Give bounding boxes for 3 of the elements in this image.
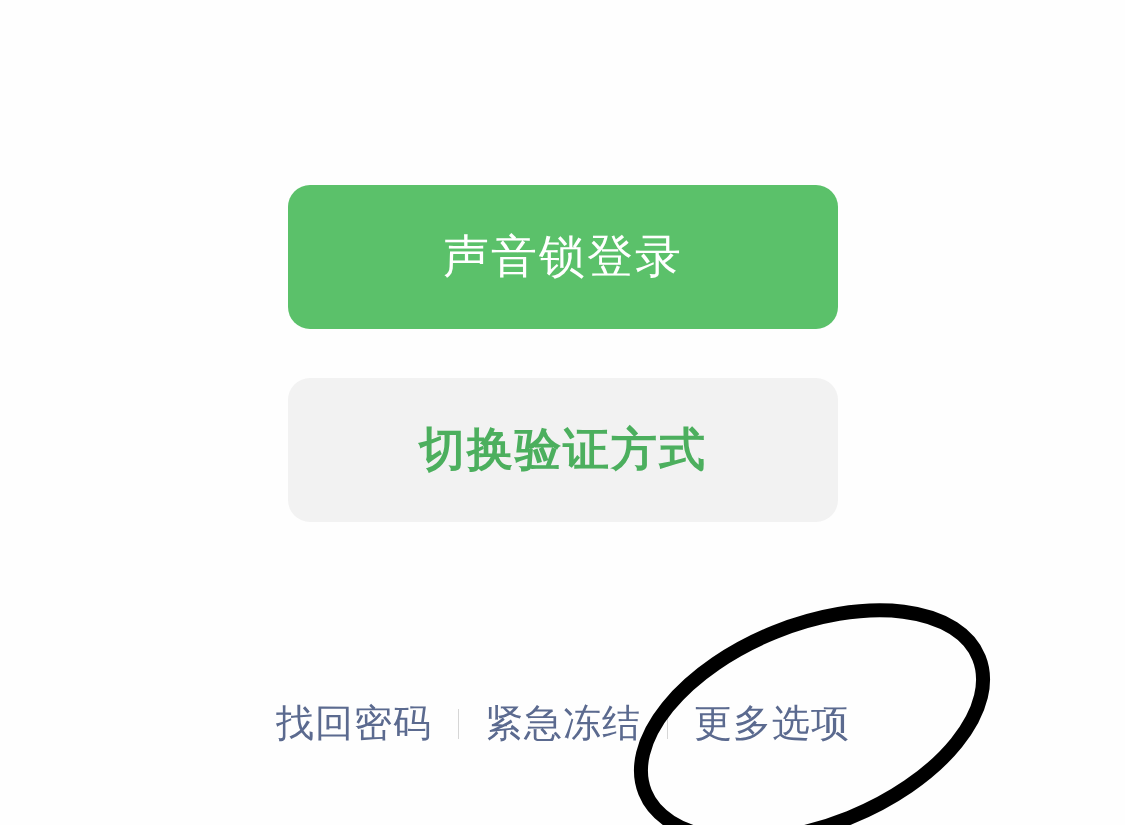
footer-link[interactable]: 找回密码	[275, 698, 432, 749]
footer-link[interactable]: 更多选项	[693, 698, 850, 749]
footer-link[interactable]: 紧急冻结	[484, 698, 641, 749]
